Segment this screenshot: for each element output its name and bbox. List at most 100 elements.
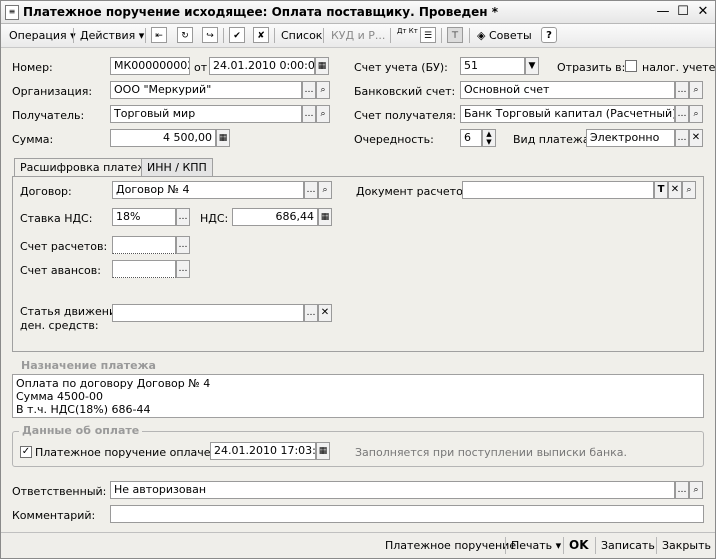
select-ellipsis-icon[interactable]: … [302, 105, 316, 123]
select-ellipsis-icon[interactable]: … [176, 260, 190, 278]
settlement-doc-field[interactable] [462, 181, 654, 199]
bottom-divider [595, 537, 596, 554]
tax-account-checkbox[interactable] [625, 60, 637, 72]
document-icon: ≡ [5, 5, 19, 20]
bank-account-field[interactable]: Основной счет [460, 81, 675, 99]
toolbar-divider [274, 28, 275, 43]
dt-kt-icon[interactable]: Дт Кт [395, 27, 420, 44]
select-ellipsis-icon[interactable]: … [304, 304, 318, 322]
post-document-icon[interactable]: ↪ [202, 27, 218, 43]
purpose-line: В т.ч. НДС(18%) 686-44 [16, 403, 151, 416]
recipient-account-field[interactable]: Банк Торговый капитал (Расчетный) [460, 105, 675, 123]
toolbar-divider [323, 28, 324, 43]
sum-label: Сумма: [12, 133, 54, 146]
list-button[interactable]: Список [279, 27, 324, 44]
close-window-button[interactable]: ✕ [695, 4, 711, 20]
cash-flow-field[interactable] [112, 304, 304, 322]
close-button[interactable]: Закрыть [662, 537, 711, 554]
ok-button[interactable]: OK [569, 537, 589, 554]
advance-account-field[interactable] [112, 260, 176, 278]
structure-icon[interactable]: ⊤ [447, 27, 463, 43]
vat-field[interactable]: 686,44 [232, 208, 318, 226]
select-ellipsis-icon[interactable]: … [675, 481, 689, 499]
print-menu-button[interactable]: Печать ▾ [511, 537, 561, 554]
advice-label: Советы [488, 29, 532, 42]
responsible-field[interactable]: Не авторизован [110, 481, 675, 499]
chevron-down-icon: ▾ [555, 539, 562, 552]
clear-icon[interactable]: ✕ [668, 181, 682, 199]
operation-menu-label: Операция [9, 29, 67, 42]
select-ellipsis-icon[interactable]: … [304, 181, 318, 199]
advice-icon: ◈ [477, 29, 486, 42]
search-icon[interactable]: ⌕ [689, 81, 703, 99]
unpost-document-icon[interactable]: ✘ [253, 27, 269, 43]
select-ellipsis-icon[interactable]: … [176, 208, 190, 226]
operation-menu[interactable]: Операция ▾ [7, 27, 78, 44]
search-icon[interactable]: ⌕ [689, 105, 703, 123]
search-icon[interactable]: ⌕ [316, 105, 330, 123]
go-to-start-icon[interactable]: ⇤ [151, 27, 167, 43]
recipient-account-label: Счет получателя: [354, 109, 457, 122]
priority-field[interactable]: 6 [460, 129, 482, 147]
account-bu-label: Счет учета (БУ): [354, 61, 448, 74]
paid-label: Платежное поручение оплачено: [35, 446, 229, 459]
refresh-icon[interactable]: ↻ [177, 27, 193, 43]
advance-account-label: Счет авансов: [20, 264, 101, 277]
calendar-icon[interactable]: ▦ [316, 442, 330, 460]
account-bu-select[interactable]: 51 [460, 57, 525, 75]
actions-menu[interactable]: Действия ▾ [78, 27, 146, 44]
search-icon[interactable]: ⌕ [689, 481, 703, 499]
window-title: Платежное поручение исходящее: Оплата по… [23, 5, 499, 19]
help-button[interactable]: ? [541, 27, 557, 43]
number-field[interactable]: МК000000002 [110, 57, 190, 75]
calculator-icon[interactable]: ▦ [216, 129, 230, 147]
bottom-divider [656, 537, 657, 554]
calendar-icon[interactable]: ▦ [315, 57, 329, 75]
clear-icon[interactable]: ✕ [318, 304, 332, 322]
kud-button[interactable]: КУД и Р... [329, 27, 387, 44]
sum-field[interactable]: 4 500,00 [110, 129, 216, 147]
tab-payment-breakdown[interactable]: Расшифровка платежа [14, 158, 160, 178]
chevron-down-icon[interactable]: ▼ [525, 57, 539, 75]
settlement-account-field[interactable] [112, 236, 176, 254]
document-report-icon[interactable]: ☰ [420, 27, 436, 43]
bank-account-label: Банковский счет: [354, 85, 456, 98]
minimize-button[interactable]: — [655, 4, 671, 20]
type-select-icon[interactable]: T [654, 181, 668, 199]
tax-account-label: налог. учете [642, 61, 716, 74]
comment-field[interactable] [110, 505, 704, 523]
title-bar: ≡ Платежное поручение исходящее: Оплата … [1, 1, 715, 24]
responsible-label: Ответственный: [12, 485, 107, 498]
search-icon[interactable]: ⌕ [316, 81, 330, 99]
recipient-label: Получатель: [12, 109, 85, 122]
bottom-divider [563, 537, 564, 554]
select-ellipsis-icon[interactable]: … [302, 81, 316, 99]
actions-menu-label: Действия [80, 29, 136, 42]
save-button[interactable]: Записать [601, 537, 655, 554]
maximize-button[interactable]: ☐ [675, 4, 691, 20]
cash-flow-label-line1: Статья движения [20, 305, 123, 318]
search-icon[interactable]: ⌕ [682, 181, 696, 199]
post-and-close-icon[interactable]: ✔ [229, 27, 245, 43]
print-form-button[interactable]: Платежное поручение [385, 537, 516, 554]
paid-date-field[interactable]: 24.01.2010 17:03:59 [210, 442, 316, 460]
advice-button[interactable]: ◈ Советы [475, 27, 534, 44]
clear-icon[interactable]: ✕ [689, 129, 703, 147]
organization-field[interactable]: ООО "Меркурий" [110, 81, 302, 99]
purpose-textarea[interactable]: Оплата по договору Договор № 4 Сумма 450… [12, 374, 704, 418]
recipient-field[interactable]: Торговый мир [110, 105, 302, 123]
paid-checkbox[interactable]: ✓ [20, 446, 32, 458]
priority-stepper-icon[interactable]: ▲ ▼ [482, 129, 496, 147]
select-ellipsis-icon[interactable]: … [675, 81, 689, 99]
payment-type-label: Вид платежа: [513, 133, 594, 146]
tab-inn-kpp[interactable]: ИНН / КПП [141, 158, 213, 177]
search-icon[interactable]: ⌕ [318, 181, 332, 199]
select-ellipsis-icon[interactable]: … [675, 105, 689, 123]
payment-type-field[interactable]: Электронно [586, 129, 675, 147]
calculator-icon[interactable]: ▦ [318, 208, 332, 226]
vat-rate-field[interactable]: 18% [112, 208, 176, 226]
contract-field[interactable]: Договор № 4 [112, 181, 304, 199]
date-field[interactable]: 24.01.2010 0:00:00 [209, 57, 315, 75]
select-ellipsis-icon[interactable]: … [176, 236, 190, 254]
select-ellipsis-icon[interactable]: … [675, 129, 689, 147]
